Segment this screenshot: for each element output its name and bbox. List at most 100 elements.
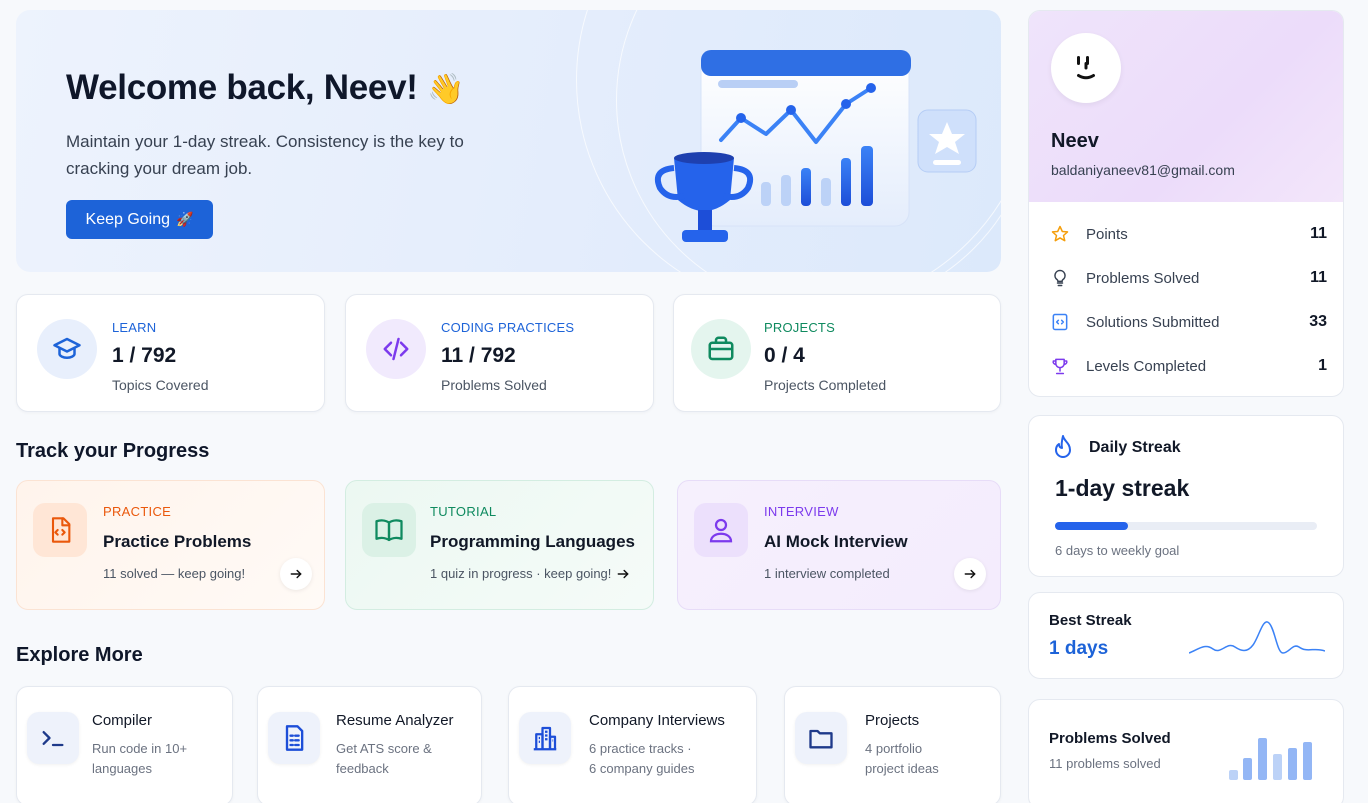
explore-title: Projects [865, 712, 920, 729]
code-doc-icon [1049, 311, 1071, 333]
track-desc: 1 quiz in progress · keep going! [430, 566, 612, 581]
problems-solved-card: Problems Solved 11 problems solved [1028, 699, 1344, 803]
profile-stat-value: 11 [1310, 225, 1327, 242]
stat-caption: Projects Completed [764, 377, 887, 393]
briefcase-icon [691, 319, 751, 379]
avatar[interactable] [1051, 33, 1121, 103]
track-kicker: PRACTICE [103, 504, 172, 519]
track-title: Programming Languages [430, 532, 635, 551]
best-streak-sparkline [1189, 621, 1325, 654]
stat-card-learn[interactable]: LEARN 1 / 792 Topics Covered [16, 294, 325, 412]
track-card-practice[interactable]: PRACTICE Practice Problems 11 solved — k… [16, 480, 325, 610]
profile-stat-value: 1 [1318, 357, 1327, 374]
wave-emoji: 👋 [427, 73, 465, 106]
explore-desc: Get ATS score & feedback [336, 739, 432, 779]
code-file-icon [33, 503, 87, 557]
keep-going-label: Keep Going [85, 210, 171, 228]
daily-streak-progress-bar [1055, 522, 1317, 530]
explore-title: Compiler [92, 712, 153, 729]
folder-icon [795, 712, 847, 764]
arrow-right-icon[interactable] [280, 558, 312, 590]
explore-desc-line: 4 portfolio [865, 741, 923, 756]
explore-desc-line: 6 practice tracks · [589, 741, 692, 756]
explore-card-resume-analyzer[interactable]: Resume Analyzer Get ATS score & feedback [257, 686, 482, 803]
profile-stat-value: 11 [1310, 269, 1327, 286]
terminal-icon [27, 712, 79, 764]
explore-desc: Run code in 10+ languages [92, 739, 187, 779]
problems-solved-title: Problems Solved [1049, 730, 1171, 747]
profile-stat-value: 33 [1309, 313, 1327, 330]
stat-kicker: PROJECTS [764, 320, 835, 335]
best-streak-value: 1 days [1049, 638, 1109, 659]
welcome-hero: Welcome back, Neev! 👋 Maintain your 1-da… [16, 10, 1001, 272]
problems-solved-bars [1229, 738, 1312, 780]
stat-value: 0 / 4 [764, 344, 805, 367]
profile-email: baldaniyaneev81@gmail.com [1051, 162, 1235, 178]
daily-streak-caption: 6 days to weekly goal [1055, 543, 1180, 558]
profile-card: Neev baldaniyaneev81@gmail.com Points 11… [1028, 10, 1344, 397]
explore-desc-line: feedback [336, 761, 389, 776]
track-title: AI Mock Interview [764, 532, 908, 551]
profile-stat-label: Solutions Submitted [1086, 313, 1220, 331]
profile-name: Neev [1051, 130, 1099, 152]
trophy-icon [1049, 355, 1071, 377]
user-icon [694, 503, 748, 557]
daily-streak-value: 1-day streak [1055, 475, 1190, 501]
stat-value: 1 / 792 [112, 344, 177, 367]
profile-stat-levels-completed: Levels Completed 1 [1049, 354, 1327, 378]
stat-kicker: CODING PRACTICES [441, 320, 575, 335]
best-streak-title: Best Streak [1049, 612, 1132, 629]
welcome-title-text: Welcome back, Neev! [66, 68, 418, 107]
problems-solved-caption: 11 problems solved [1049, 756, 1161, 771]
track-card-tutorial[interactable]: TUTORIAL Programming Languages 1 quiz in… [345, 480, 654, 610]
profile-stat-label: Points [1086, 225, 1128, 243]
track-kicker: TUTORIAL [430, 504, 497, 519]
stat-value: 11 / 792 [441, 344, 516, 367]
explore-desc-line: project ideas [865, 761, 939, 776]
track-kicker: INTERVIEW [764, 504, 839, 519]
track-progress-heading: Track your Progress [16, 440, 210, 462]
explore-desc: 4 portfolio project ideas [865, 739, 939, 779]
stat-caption: Problems Solved [441, 377, 547, 393]
profile-stat-solutions-submitted: Solutions Submitted 33 [1049, 310, 1327, 334]
stat-kicker: LEARN [112, 320, 157, 335]
stat-card-coding-practices[interactable]: CODING PRACTICES 11 / 792 Problems Solve… [345, 294, 654, 412]
explore-title: Resume Analyzer [336, 712, 454, 729]
explore-more-heading: Explore More [16, 644, 143, 666]
keep-going-button[interactable]: Keep Going 🚀 [66, 200, 213, 239]
arrow-right-icon[interactable] [607, 558, 639, 590]
profile-stat-points: Points 11 [1049, 222, 1327, 246]
explore-desc-line: languages [92, 761, 152, 776]
avatar-face-icon [1077, 56, 1095, 80]
explore-card-company-interviews[interactable]: Company Interviews 6 practice tracks · 6 … [508, 686, 757, 803]
book-icon [362, 503, 416, 557]
arrow-right-icon[interactable] [954, 558, 986, 590]
explore-desc-line: 6 company guides [589, 761, 695, 776]
welcome-title: Welcome back, Neev! 👋 [66, 68, 464, 108]
explore-card-compiler[interactable]: Compiler Run code in 10+ languages [16, 686, 233, 803]
daily-streak-title: Daily Streak [1089, 439, 1181, 456]
welcome-subtitle: Maintain your 1-day streak. Consistency … [66, 132, 464, 178]
stat-caption: Topics Covered [112, 377, 209, 393]
dashboard-illustration [654, 50, 977, 242]
rocket-emoji: 🚀 [176, 211, 194, 227]
explore-desc-line: Run code in 10+ [92, 741, 188, 756]
flame-icon [1051, 434, 1075, 467]
stat-card-projects[interactable]: PROJECTS 0 / 4 Projects Completed [673, 294, 1001, 412]
track-desc: 1 interview completed [764, 566, 890, 581]
daily-streak-progress-fill [1055, 522, 1129, 530]
explore-title: Company Interviews [589, 712, 725, 729]
best-streak-card: Best Streak 1 days [1028, 592, 1344, 679]
track-desc: 11 solved — keep going! [103, 566, 246, 581]
graduation-cap-icon [37, 319, 97, 379]
explore-desc-line: Get ATS score & [336, 741, 432, 756]
profile-stat-problems-solved: Problems Solved 11 [1049, 266, 1327, 290]
star-icon [1049, 223, 1071, 245]
explore-desc: 6 practice tracks · 6 company guides [589, 739, 695, 779]
document-icon [268, 712, 320, 764]
explore-card-projects[interactable]: Projects 4 portfolio project ideas [784, 686, 1001, 803]
building-icon [519, 712, 571, 764]
track-card-interview[interactable]: INTERVIEW AI Mock Interview 1 interview … [677, 480, 1001, 610]
code-icon [366, 319, 426, 379]
profile-stat-label: Levels Completed [1086, 357, 1207, 375]
